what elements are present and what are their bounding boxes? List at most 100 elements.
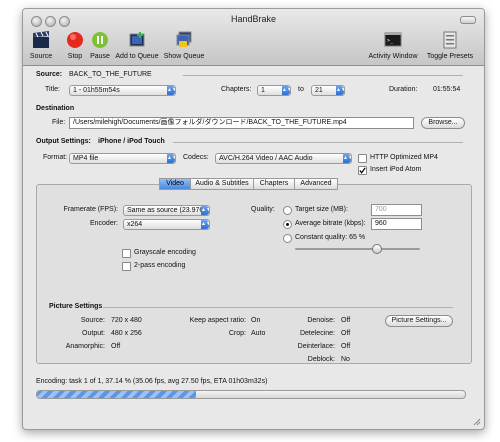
grayscale-checkbox[interactable] <box>122 249 131 258</box>
framerate-select[interactable]: Same as source (23.976) ▲▼ <box>123 205 210 216</box>
source-name: BACK_TO_THE_FUTURE <box>69 71 152 78</box>
picture-output-label: Output: <box>82 330 105 337</box>
resize-grip-icon[interactable] <box>471 416 481 426</box>
encoder-label: Encoder: <box>89 220 118 227</box>
popup-arrows-icon: ▲▼ <box>336 86 345 95</box>
denoise-label: Denoise: <box>307 317 335 324</box>
source-separator <box>183 75 463 76</box>
source-heading: Source: <box>36 71 63 78</box>
detelecine-label: Detelecine: <box>299 330 335 337</box>
destination-heading: Destination <box>36 105 75 112</box>
popup-arrows-icon: ▲▼ <box>167 154 176 163</box>
chapter-to-value: 21 <box>315 87 323 94</box>
clapperboard-icon <box>33 31 49 48</box>
pause-toolbar-button[interactable]: Pause <box>87 31 113 60</box>
chapter-from-select[interactable]: 1 ▲▼ <box>257 85 291 96</box>
tab-video[interactable]: Video <box>159 178 191 190</box>
average-bitrate-radio[interactable] <box>283 220 292 229</box>
constant-quality-radio[interactable] <box>283 234 292 243</box>
svg-text:>_: >_ <box>387 38 394 44</box>
quality-slider-track[interactable] <box>295 248 420 250</box>
duration-label: Duration: <box>389 86 418 93</box>
add-to-queue-icon <box>129 32 145 47</box>
encoding-status-text: Encoding: task 1 of 1, 37.14 % (35.06 fp… <box>36 378 268 385</box>
two-pass-checkbox[interactable] <box>122 262 131 271</box>
title-select[interactable]: 1 - 01h55m54s ▲▼ <box>69 85 176 96</box>
codecs-select[interactable]: AVC/H.264 Video / AAC Audio ▲▼ <box>215 153 352 164</box>
picture-source-value: 720 x 480 <box>111 317 142 324</box>
output-separator <box>173 142 463 143</box>
toggle-presets-label: Toggle Presets <box>426 53 474 60</box>
framerate-label: Framerate (FPS): <box>63 206 118 213</box>
source-label: Source <box>29 53 53 60</box>
picture-settings-heading: Picture Settings <box>49 303 103 310</box>
crop-label: Crop: <box>228 330 246 337</box>
deinterlace-label: Deinterlace: <box>297 343 335 350</box>
keep-aspect-label: Keep aspect ratio: <box>189 317 246 324</box>
toggle-presets-toolbar-button[interactable]: Toggle Presets <box>423 31 477 60</box>
title-toolbar: HandBrake Source Stop Pause Add to Queue… <box>23 9 484 66</box>
to-label: to <box>298 86 304 93</box>
tab-audio-subtitles[interactable]: Audio & Subtitles <box>190 178 254 190</box>
encoder-select-value: x264 <box>127 221 143 228</box>
stop-label: Stop <box>67 53 83 60</box>
presets-drawer-icon <box>443 31 457 49</box>
title-label: Title: <box>45 86 60 93</box>
codecs-label: Codecs: <box>183 154 209 161</box>
target-size-radio[interactable] <box>283 206 292 215</box>
stop-toolbar-button[interactable]: Stop <box>63 31 87 60</box>
pause-label: Pause <box>90 53 110 60</box>
tab-advanced[interactable]: Advanced <box>294 178 338 190</box>
file-label: File: <box>52 119 66 126</box>
two-pass-label: 2-pass encoding <box>134 262 186 269</box>
show-queue-label: Show Queue <box>163 53 205 60</box>
target-size-field[interactable]: 700 <box>371 204 422 216</box>
insert-ipod-atom-checkbox[interactable] <box>358 166 367 175</box>
encoding-progress-fill <box>37 391 196 398</box>
picture-source-label: Source: <box>80 317 105 324</box>
popup-arrows-icon: ▲▼ <box>343 154 352 163</box>
terminal-icon: >_ <box>384 32 402 47</box>
source-toolbar-button[interactable]: Source <box>27 31 55 60</box>
format-label: Format: <box>43 154 68 161</box>
radio-dot-icon <box>286 223 289 226</box>
average-bitrate-field[interactable]: 960 <box>371 218 422 230</box>
average-bitrate-label: Average bitrate (kbps): <box>295 220 366 227</box>
anamorphic-label: Anamorphic: <box>65 343 105 350</box>
keep-aspect-value: On <box>251 317 261 324</box>
tab-chapters[interactable]: Chapters <box>253 178 295 190</box>
quality-label: Quality: <box>251 206 275 213</box>
crop-value: Auto <box>251 330 266 337</box>
denoise-value: Off <box>341 317 351 324</box>
add-to-queue-toolbar-button[interactable]: Add to Queue <box>114 31 160 60</box>
http-optimized-checkbox[interactable] <box>358 154 367 163</box>
picture-settings-button[interactable]: Picture Settings... <box>385 315 453 327</box>
duration-value: 01:55:54 <box>433 86 461 93</box>
activity-window-toolbar-button[interactable]: >_ Activity Window <box>366 31 420 60</box>
encoder-select[interactable]: x264 ▲▼ <box>123 219 210 230</box>
anamorphic-value: Off <box>111 343 121 350</box>
browse-button[interactable]: Browse... <box>421 117 465 129</box>
grayscale-label: Grayscale encoding <box>134 249 196 256</box>
deblock-label: Deblock: <box>307 356 335 363</box>
insert-ipod-atom-label: Insert iPod Atom <box>370 166 422 173</box>
handbrake-window: HandBrake Source Stop Pause Add to Queue… <box>22 8 485 430</box>
constant-quality-label: Constant quality: 65 % <box>295 234 366 241</box>
output-preset-name: iPhone / iPod Touch <box>98 138 165 145</box>
popup-arrows-icon: ▲▼ <box>201 220 210 229</box>
picture-output-value: 480 x 256 <box>111 330 142 337</box>
chapter-to-select[interactable]: 21 ▲▼ <box>311 85 345 96</box>
http-optimized-label: HTTP Optimized MP4 <box>370 154 438 161</box>
checkmark-icon <box>359 167 366 174</box>
show-queue-toolbar-button[interactable]: Show Queue <box>162 31 206 60</box>
file-path-field[interactable]: /Users/milehigh/Documents/画像フォルダ/ダウンロード/… <box>69 117 414 129</box>
activity-window-label: Activity Window <box>368 53 418 60</box>
deblock-value: No <box>341 356 350 363</box>
popup-arrows-icon: ▲▼ <box>201 206 210 215</box>
toolbar-toggle-button[interactable] <box>460 16 476 24</box>
window-title: HandBrake <box>230 14 277 24</box>
popup-arrows-icon: ▲▼ <box>167 86 176 95</box>
format-select[interactable]: MP4 file ▲▼ <box>69 153 176 164</box>
encoding-progress-bar <box>36 390 466 399</box>
title-select-value: 1 - 01h55m54s <box>73 87 120 94</box>
